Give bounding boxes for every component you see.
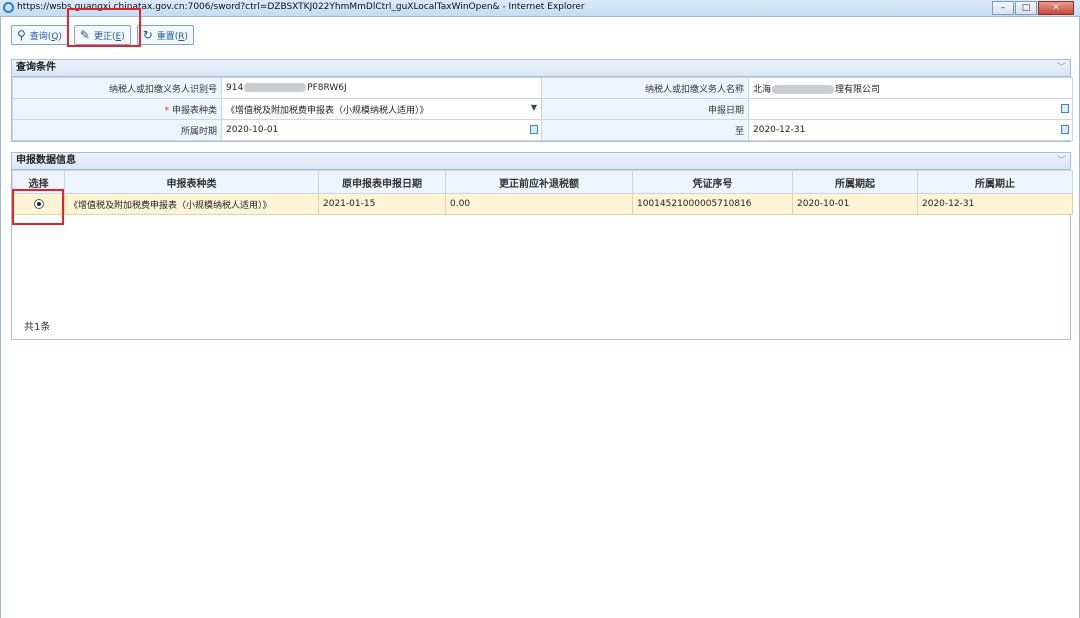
- ie-icon: [3, 2, 14, 13]
- taxpayer-id-label: 纳税人或扣缴义务人识别号: [12, 77, 222, 99]
- minimize-icon: –: [1000, 3, 1006, 13]
- dialog-content: ⚲ 查询(Q) ✎ 更正(E) ↻ 重置(R) 查询条件 ﹀ 纳税人或扣缴义务人…: [0, 8, 1080, 618]
- form-type-select[interactable]: 《增值税及附加税费申报表（小规模纳税人适用）》 ▼: [221, 98, 542, 120]
- period-end-field[interactable]: 2020-12-31: [748, 119, 1073, 141]
- column-header-voucher-no[interactable]: 凭证序号: [632, 170, 793, 194]
- window-controls: – □ ✕: [991, 1, 1074, 15]
- maximize-button[interactable]: □: [1015, 1, 1037, 15]
- maximize-icon: □: [1021, 3, 1031, 13]
- query-panel: 查询条件 ﹀ 纳税人或扣缴义务人识别号 914 PF8RW6J 纳税人或扣缴义务人…: [11, 59, 1073, 142]
- voucher-no-cell: 10014521000005710816: [632, 193, 793, 215]
- dropdown-arrow-icon: ▼: [530, 103, 537, 112]
- table-row[interactable]: 《增值税及附加税费申报表（小规模纳税人适用）》 2021-01-15 0.00 …: [12, 193, 1073, 215]
- calendar-icon[interactable]: [1061, 104, 1069, 113]
- table-header-row: 选择 申报表种类 原申报表申报日期 更正前应补退税额 凭证序号 所属期起 所属期…: [12, 170, 1073, 194]
- data-panel-header: 申报数据信息 ﹀: [12, 153, 1070, 170]
- period-to-label: 至: [541, 119, 749, 141]
- reset-button[interactable]: ↻ 重置(R): [136, 25, 195, 45]
- calendar-icon[interactable]: [1061, 125, 1069, 134]
- data-panel: 申报数据信息 ﹀ 选择 申报表种类 原申报表申报日期 更正前应补退税额 凭证序号…: [11, 152, 1073, 340]
- column-header-original-date[interactable]: 原申报表申报日期: [318, 170, 446, 194]
- data-table: 选择 申报表种类 原申报表申报日期 更正前应补退税额 凭证序号 所属期起 所属期…: [12, 170, 1073, 215]
- window-titlebar: https://wsbs.guangxi.chinatax.gov.cn:700…: [0, 0, 1080, 17]
- search-icon: ⚲: [17, 28, 26, 42]
- period-label: 所属时期: [12, 119, 222, 141]
- highlight-radio-select: [12, 189, 64, 225]
- tax-before-cell: 0.00: [445, 193, 633, 215]
- column-header-tax-before[interactable]: 更正前应补退税额: [445, 170, 633, 194]
- minimize-button[interactable]: –: [992, 1, 1014, 15]
- reset-button-label: 重置(R): [156, 31, 189, 42]
- report-date-field[interactable]: [748, 98, 1073, 120]
- refresh-icon: ↻: [142, 28, 153, 42]
- redacted-mask: [244, 83, 307, 92]
- close-button[interactable]: ✕: [1038, 1, 1074, 15]
- taxpayer-name-field[interactable]: 北海 理有限公司: [748, 77, 1073, 99]
- column-header-period-end[interactable]: 所属期止: [917, 170, 1073, 194]
- column-header-form-type[interactable]: 申报表种类: [64, 170, 319, 194]
- column-header-period-start[interactable]: 所属期起: [792, 170, 918, 194]
- highlight-correct-button: [67, 8, 141, 47]
- query-panel-title: 查询条件: [16, 62, 56, 73]
- collapse-icon[interactable]: ﹀: [1057, 60, 1066, 76]
- query-button-label: 查询(Q): [29, 31, 62, 42]
- report-date-label: 申报日期: [541, 98, 749, 120]
- taxpayer-name-label: 纳税人或扣缴义务人名称: [541, 77, 749, 99]
- taxpayer-id-field[interactable]: 914 PF8RW6J: [221, 77, 542, 99]
- query-form: 纳税人或扣缴义务人识别号 914 PF8RW6J 纳税人或扣缴义务人名称 北海 理有…: [12, 77, 1073, 141]
- form-type-cell: 《增值税及附加税费申报表（小规模纳税人适用）》: [64, 193, 319, 215]
- original-date-cell: 2021-01-15: [318, 193, 446, 215]
- period-start-field[interactable]: 2020-10-01: [221, 119, 542, 141]
- close-icon: ✕: [1052, 3, 1060, 13]
- query-button[interactable]: ⚲ 查询(Q): [11, 25, 68, 45]
- total-count: 共1条: [24, 322, 51, 333]
- redacted-mask: [772, 84, 835, 94]
- query-panel-header: 查询条件 ﹀: [12, 60, 1070, 77]
- form-type-label: * 申报表种类: [12, 98, 222, 120]
- period-start-cell: 2020-10-01: [792, 193, 918, 215]
- calendar-icon[interactable]: [530, 125, 538, 134]
- collapse-icon[interactable]: ﹀: [1057, 153, 1066, 169]
- period-end-cell: 2020-12-31: [917, 193, 1073, 215]
- data-panel-title: 申报数据信息: [16, 155, 76, 166]
